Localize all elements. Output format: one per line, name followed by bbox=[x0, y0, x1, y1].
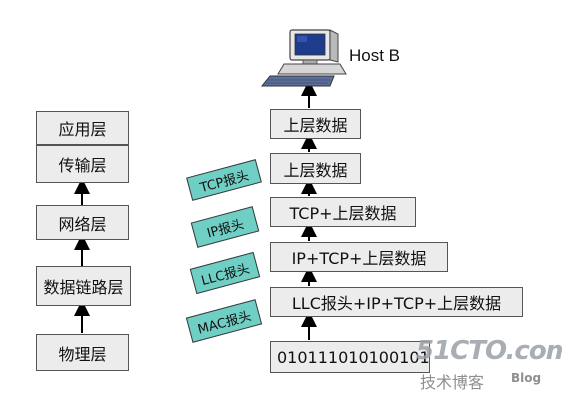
stack-row-2: 上层数据 bbox=[270, 153, 361, 184]
watermark-site: 51CTO.com bbox=[416, 336, 562, 366]
layer-network: 网络层 bbox=[36, 205, 129, 240]
stack-row-5: LLC报头+IP+TCP+上层数据 bbox=[270, 287, 523, 317]
watermark-blog: Blog bbox=[511, 371, 542, 385]
stack-row-1: 上层数据 bbox=[270, 109, 361, 139]
watermark-sub: 技术博客 bbox=[420, 373, 485, 392]
stack-row-6: 010111010100101 bbox=[270, 341, 430, 373]
layer-transport: 传输层 bbox=[36, 145, 129, 183]
layer-application: 应用层 bbox=[36, 111, 129, 145]
diagram-canvas: Host B 应用层 传输层 网络层 数据链路层 物理层 上层数据 上层数据 T… bbox=[0, 0, 562, 411]
host-label: Host B bbox=[349, 46, 401, 65]
computer-icon bbox=[260, 29, 347, 87]
stack-row-3: TCP+上层数据 bbox=[270, 197, 416, 227]
layer-datalink: 数据链路层 bbox=[36, 266, 131, 306]
stack-row-4: IP+TCP+上层数据 bbox=[270, 242, 448, 272]
layer-physical: 物理层 bbox=[36, 334, 129, 371]
